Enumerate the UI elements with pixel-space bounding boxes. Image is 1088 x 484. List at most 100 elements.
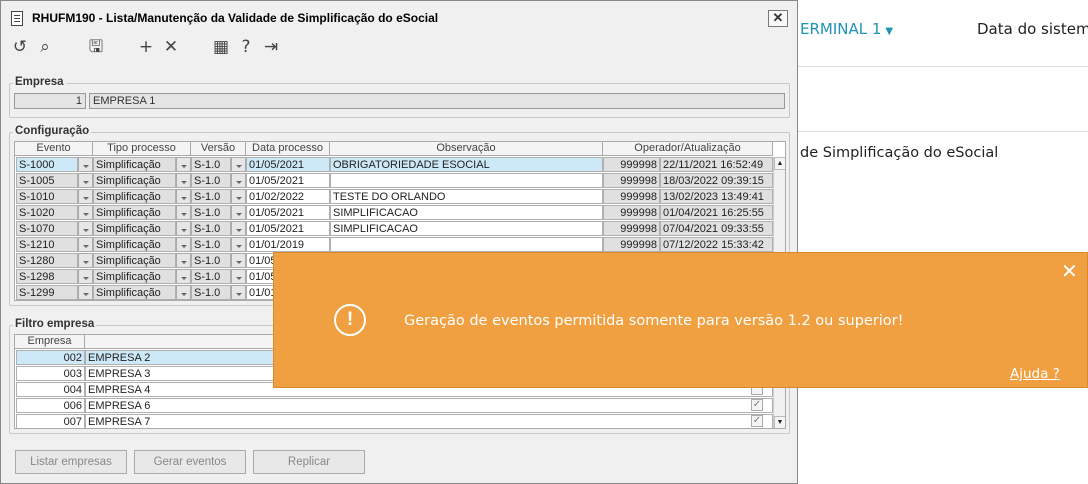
empresa-code-cell[interactable]: 004 bbox=[16, 382, 85, 397]
atualizacao-cell[interactable]: 13/02/2023 13:49:41 bbox=[660, 189, 773, 204]
delete-icon[interactable]: ✕ bbox=[160, 35, 182, 59]
versao-dropdown-icon[interactable] bbox=[231, 157, 246, 172]
atualizacao-cell[interactable]: 22/11/2021 16:52:49 bbox=[660, 157, 773, 172]
versao-dropdown-icon[interactable] bbox=[231, 189, 246, 204]
operador-cell[interactable]: 999998 bbox=[603, 205, 660, 220]
evento-cell[interactable]: S-1280 bbox=[16, 253, 78, 268]
operador-cell[interactable]: 999998 bbox=[603, 237, 660, 252]
versao-cell[interactable]: S-1.0 bbox=[191, 253, 231, 268]
tipo-dropdown-icon[interactable] bbox=[176, 205, 191, 220]
tipo-dropdown-icon[interactable] bbox=[176, 173, 191, 188]
listar-empresas-button[interactable]: Listar empresas bbox=[15, 450, 127, 474]
add-icon[interactable]: + bbox=[135, 35, 157, 59]
terminal-label[interactable]: ERMINAL 1 bbox=[800, 20, 881, 38]
close-icon[interactable]: ✕ bbox=[1061, 259, 1078, 283]
evento-cell[interactable]: S-1020 bbox=[16, 205, 78, 220]
exit-icon[interactable]: ⇥ bbox=[260, 35, 282, 59]
calendar-icon[interactable]: ▦ bbox=[210, 35, 232, 59]
data-cell[interactable]: 01/05/2021 bbox=[246, 205, 330, 220]
save-icon[interactable]: 🖫 bbox=[85, 35, 107, 59]
tipo-cell[interactable]: Simplificação bbox=[93, 253, 176, 268]
evento-dropdown-icon[interactable] bbox=[78, 189, 93, 204]
operador-cell[interactable]: 999998 bbox=[603, 189, 660, 204]
versao-cell[interactable]: S-1.0 bbox=[191, 205, 231, 220]
versao-dropdown-icon[interactable] bbox=[231, 221, 246, 236]
evento-cell[interactable]: S-1299 bbox=[16, 285, 78, 300]
evento-cell[interactable]: S-1298 bbox=[16, 269, 78, 284]
versao-cell[interactable]: S-1.0 bbox=[191, 269, 231, 284]
data-cell[interactable]: 01/05/2021 bbox=[246, 157, 330, 172]
evento-dropdown-icon[interactable] bbox=[78, 173, 93, 188]
atualizacao-cell[interactable]: 07/04/2021 09:33:55 bbox=[660, 221, 773, 236]
versao-dropdown-icon[interactable] bbox=[231, 237, 246, 252]
obs-cell[interactable]: TESTE DO ORLANDO bbox=[330, 189, 603, 204]
close-window-button[interactable]: ✕ bbox=[768, 10, 788, 27]
obs-cell[interactable]: SIMPLIFICACAO bbox=[330, 205, 603, 220]
versao-dropdown-icon[interactable] bbox=[231, 285, 246, 300]
versao-dropdown-icon[interactable] bbox=[231, 253, 246, 268]
help-link[interactable]: Ajuda ? bbox=[1010, 366, 1060, 382]
evento-dropdown-icon[interactable] bbox=[78, 285, 93, 300]
empresa-code-cell[interactable]: 006 bbox=[16, 398, 85, 413]
versao-cell[interactable]: S-1.0 bbox=[191, 285, 231, 300]
tipo-dropdown-icon[interactable] bbox=[176, 189, 191, 204]
caret-down-icon[interactable]: ▼ bbox=[885, 26, 893, 37]
obs-cell[interactable]: SIMPLIFICACAO bbox=[330, 221, 603, 236]
evento-cell[interactable]: S-1070 bbox=[16, 221, 78, 236]
evento-dropdown-icon[interactable] bbox=[78, 253, 93, 268]
evento-cell[interactable]: S-1210 bbox=[16, 237, 78, 252]
evento-cell[interactable]: S-1000 bbox=[16, 157, 78, 172]
operador-cell[interactable]: 999998 bbox=[603, 221, 660, 236]
data-cell[interactable]: 01/01/2019 bbox=[246, 237, 330, 252]
atualizacao-cell[interactable]: 01/04/2021 16:25:55 bbox=[660, 205, 773, 220]
scroll-down-icon[interactable]: ▼ bbox=[774, 416, 785, 428]
gerar-eventos-button[interactable]: Gerar eventos bbox=[134, 450, 246, 474]
tipo-cell[interactable]: Simplificação bbox=[93, 285, 176, 300]
versao-cell[interactable]: S-1.0 bbox=[191, 189, 231, 204]
search-icon[interactable]: ⌕ bbox=[34, 35, 56, 59]
versao-dropdown-icon[interactable] bbox=[231, 205, 246, 220]
replicar-button[interactable]: Replicar bbox=[253, 450, 365, 474]
tipo-dropdown-icon[interactable] bbox=[176, 253, 191, 268]
data-cell[interactable]: 01/05/2021 bbox=[246, 173, 330, 188]
evento-dropdown-icon[interactable] bbox=[78, 269, 93, 284]
obs-cell[interactable] bbox=[330, 173, 603, 188]
scroll-up-icon[interactable]: ▲ bbox=[774, 157, 785, 170]
data-cell[interactable]: 01/05/2021 bbox=[246, 221, 330, 236]
evento-dropdown-icon[interactable] bbox=[78, 205, 93, 220]
tipo-cell[interactable]: Simplificação bbox=[93, 189, 176, 204]
empresa-code-cell[interactable]: 002 bbox=[16, 350, 85, 365]
tipo-cell[interactable]: Simplificação bbox=[93, 157, 176, 172]
versao-cell[interactable]: S-1.0 bbox=[191, 157, 231, 172]
obs-cell[interactable]: OBRIGATORIEDADE ESOCIAL bbox=[330, 157, 603, 172]
evento-cell[interactable]: S-1010 bbox=[16, 189, 78, 204]
terminal-selector[interactable]: ERMINAL 1 ▼ bbox=[800, 20, 893, 38]
tipo-dropdown-icon[interactable] bbox=[176, 221, 191, 236]
evento-cell[interactable]: S-1005 bbox=[16, 173, 78, 188]
versao-cell[interactable]: S-1.0 bbox=[191, 237, 231, 252]
evento-dropdown-icon[interactable] bbox=[78, 157, 93, 172]
select-checkbox[interactable]: ✓ bbox=[751, 399, 763, 411]
versao-cell[interactable]: S-1.0 bbox=[191, 173, 231, 188]
versao-cell[interactable]: S-1.0 bbox=[191, 221, 231, 236]
tipo-dropdown-icon[interactable] bbox=[176, 237, 191, 252]
operador-cell[interactable]: 999998 bbox=[603, 173, 660, 188]
tipo-cell[interactable]: Simplificação bbox=[93, 269, 176, 284]
empresa-name-cell[interactable]: EMPRESA 7 bbox=[85, 414, 773, 428]
evento-dropdown-icon[interactable] bbox=[78, 237, 93, 252]
empresa-code-cell[interactable]: 007 bbox=[16, 414, 85, 428]
undo-icon[interactable]: ↺ bbox=[9, 35, 31, 59]
tipo-cell[interactable]: Simplificação bbox=[93, 173, 176, 188]
operador-cell[interactable]: 999998 bbox=[603, 157, 660, 172]
tipo-cell[interactable]: Simplificação bbox=[93, 237, 176, 252]
data-cell[interactable]: 01/02/2022 bbox=[246, 189, 330, 204]
atualizacao-cell[interactable]: 07/12/2022 15:33:42 bbox=[660, 237, 773, 252]
obs-cell[interactable] bbox=[330, 237, 603, 252]
versao-dropdown-icon[interactable] bbox=[231, 173, 246, 188]
tipo-dropdown-icon[interactable] bbox=[176, 269, 191, 284]
versao-dropdown-icon[interactable] bbox=[231, 269, 246, 284]
tipo-dropdown-icon[interactable] bbox=[176, 157, 191, 172]
help-icon[interactable]: ? bbox=[235, 35, 257, 59]
tipo-dropdown-icon[interactable] bbox=[176, 285, 191, 300]
tipo-cell[interactable]: Simplificação bbox=[93, 221, 176, 236]
